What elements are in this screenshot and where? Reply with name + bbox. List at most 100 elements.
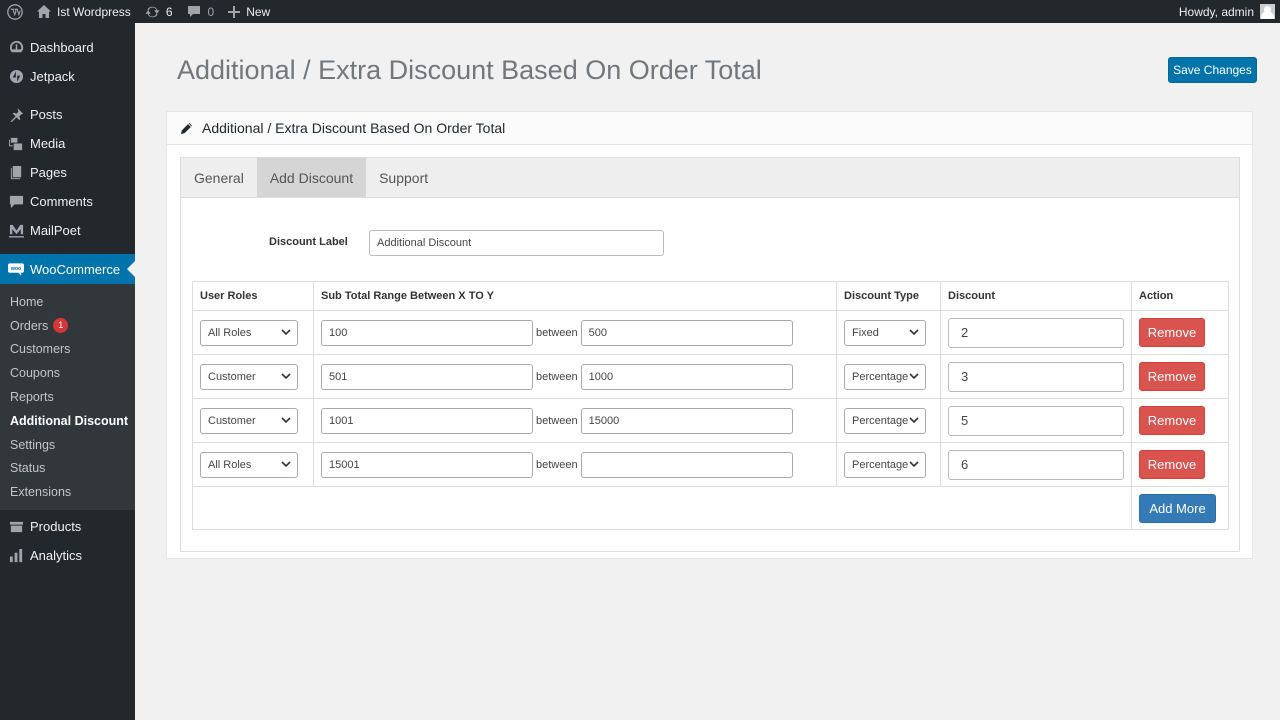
panel-title: Additional / Extra Discount Based On Ord… (202, 120, 506, 136)
add-more-button[interactable]: Add More (1139, 493, 1216, 523)
discount-rules-table: User Roles Sub Total Range Between X TO … (192, 281, 1229, 530)
discount-type-select[interactable]: Fixed (844, 319, 926, 346)
menu-analytics[interactable]: Analytics (0, 541, 135, 570)
menu-pages[interactable]: Pages (0, 158, 135, 187)
discount-value-input[interactable]: 3 (948, 361, 1124, 392)
range-to-input[interactable]: 500 (580, 319, 793, 346)
discount-value-input[interactable]: 5 (948, 405, 1124, 436)
submenu-additional-discount[interactable]: Additional Discount (0, 409, 135, 433)
submenu-reports-label: Reports (10, 390, 54, 405)
discount-value-input[interactable]: 6 (948, 449, 1124, 480)
table-row: All Roles 15001 between Percentage 6 Remo… (192, 442, 1229, 487)
discount-type-value: Percentage (852, 414, 909, 427)
tab-add-discount[interactable]: Add Discount (256, 158, 367, 197)
submenu-customers-label: Customers (10, 342, 71, 357)
table-header-row: User Roles Sub Total Range Between X TO … (192, 281, 1229, 311)
svg-text:woo: woo (10, 265, 21, 271)
range-from-input[interactable]: 15001 (321, 451, 533, 478)
remove-button[interactable]: Remove (1139, 450, 1205, 479)
discount-type-select[interactable]: Percentage (844, 363, 926, 390)
save-changes-button[interactable]: Save Changes (1168, 57, 1257, 83)
menu-woocommerce-label: WooCommerce (30, 261, 121, 277)
table-row: All Roles 100 between 500 Fixed 2 Remove (192, 310, 1229, 355)
submenu-home[interactable]: Home (0, 290, 135, 314)
updates-link[interactable]: 6 (138, 0, 180, 23)
settings-panel: Additional / Extra Discount Based On Ord… (166, 111, 1253, 559)
discount-type-select[interactable]: Percentage (844, 407, 926, 434)
pin-icon (8, 107, 24, 123)
woo-icon: woo (8, 261, 24, 277)
discount-value-input[interactable]: 2 (948, 317, 1124, 348)
range-to-input[interactable] (580, 451, 793, 478)
user-role-select[interactable]: Customer (200, 407, 298, 434)
woocommerce-submenu: Home Orders 1 Customers Coupons Reports A… (0, 284, 135, 511)
remove-button[interactable]: Remove (1139, 318, 1205, 347)
submenu-settings-label: Settings (10, 437, 56, 452)
tab-support[interactable]: Support (366, 158, 441, 197)
submenu-settings[interactable]: Settings (0, 433, 135, 457)
discount-label-input[interactable] (369, 230, 664, 256)
user-role-select[interactable]: All Roles (200, 451, 298, 478)
howdy-text: Howdy, admin (1178, 4, 1254, 19)
chevron-down-icon (281, 460, 291, 468)
range-to-input[interactable]: 15000 (580, 407, 793, 434)
table-row: Customer 501 between 1000 Percentage 3 Rem… (192, 354, 1229, 399)
submenu-coupons[interactable]: Coupons (0, 361, 135, 385)
discount-type-value: Percentage (852, 370, 909, 383)
wordpress-icon (7, 3, 23, 20)
range-from-input[interactable]: 501 (321, 363, 533, 390)
menu-media-label: Media (30, 136, 66, 151)
comment-icon (8, 194, 24, 210)
jetpack-icon (8, 69, 24, 85)
wordpress-logo[interactable] (0, 0, 30, 23)
menu-dashboard-label: Dashboard (30, 40, 94, 55)
menu-posts[interactable]: Posts (0, 100, 135, 129)
chevron-down-icon (281, 328, 291, 336)
panel-header: Additional / Extra Discount Based On Ord… (167, 112, 1252, 145)
between-text: between (536, 414, 578, 427)
discount-label-text: Discount Label (269, 236, 348, 248)
submenu-status[interactable]: Status (0, 457, 135, 481)
user-role-select[interactable]: All Roles (200, 319, 298, 346)
menu-woocommerce[interactable]: woo WooCommerce (0, 254, 135, 284)
user-role-select[interactable]: Customer (200, 363, 298, 390)
home-icon (37, 5, 51, 18)
discount-type-value: Percentage (852, 458, 909, 471)
menu-jetpack[interactable]: Jetpack (0, 62, 135, 91)
submenu-reports[interactable]: Reports (0, 385, 135, 409)
my-account[interactable]: Howdy, admin (1179, 4, 1280, 19)
tab-bar: General Add Discount Support (181, 158, 1239, 198)
submenu-customers[interactable]: Customers (0, 338, 135, 362)
col-header-user-roles: User Roles (192, 281, 314, 311)
submenu-extensions[interactable]: Extensions (0, 480, 135, 504)
user-role-value: All Roles (208, 326, 252, 339)
discount-type-select[interactable]: Percentage (844, 451, 926, 478)
range-from-input[interactable]: 100 (321, 319, 533, 346)
menu-media[interactable]: Media (0, 129, 135, 158)
analytics-icon (8, 548, 24, 564)
tab-general-label: General (194, 169, 244, 186)
comments-count: 0 (207, 4, 215, 19)
discount-type-value: Fixed (852, 326, 879, 339)
submenu-coupons-label: Coupons (10, 366, 61, 381)
submenu-status-label: Status (10, 461, 46, 476)
submenu-orders[interactable]: Orders 1 (0, 314, 135, 338)
remove-button[interactable]: Remove (1139, 362, 1205, 391)
menu-mailpoet[interactable]: MailPoet (0, 216, 135, 245)
remove-button[interactable]: Remove (1139, 406, 1205, 435)
comments-link[interactable]: 0 (180, 0, 222, 23)
user-role-value: Customer (208, 414, 256, 427)
menu-comments[interactable]: Comments (0, 187, 135, 216)
range-from-input[interactable]: 1001 (321, 407, 533, 434)
between-text: between (536, 326, 578, 339)
tab-general[interactable]: General (181, 158, 257, 197)
chevron-down-icon (281, 372, 291, 380)
site-name-link[interactable]: Ist Wordpress (30, 0, 138, 23)
chevron-down-icon (909, 460, 919, 468)
range-to-input[interactable]: 1000 (580, 363, 793, 390)
new-content-link[interactable]: New (221, 0, 277, 23)
menu-dashboard[interactable]: Dashboard (0, 33, 135, 62)
pencil-icon (180, 122, 193, 135)
col-header-subtotal-range: Sub Total Range Between X TO Y (313, 281, 837, 311)
menu-products[interactable]: Products (0, 512, 135, 541)
